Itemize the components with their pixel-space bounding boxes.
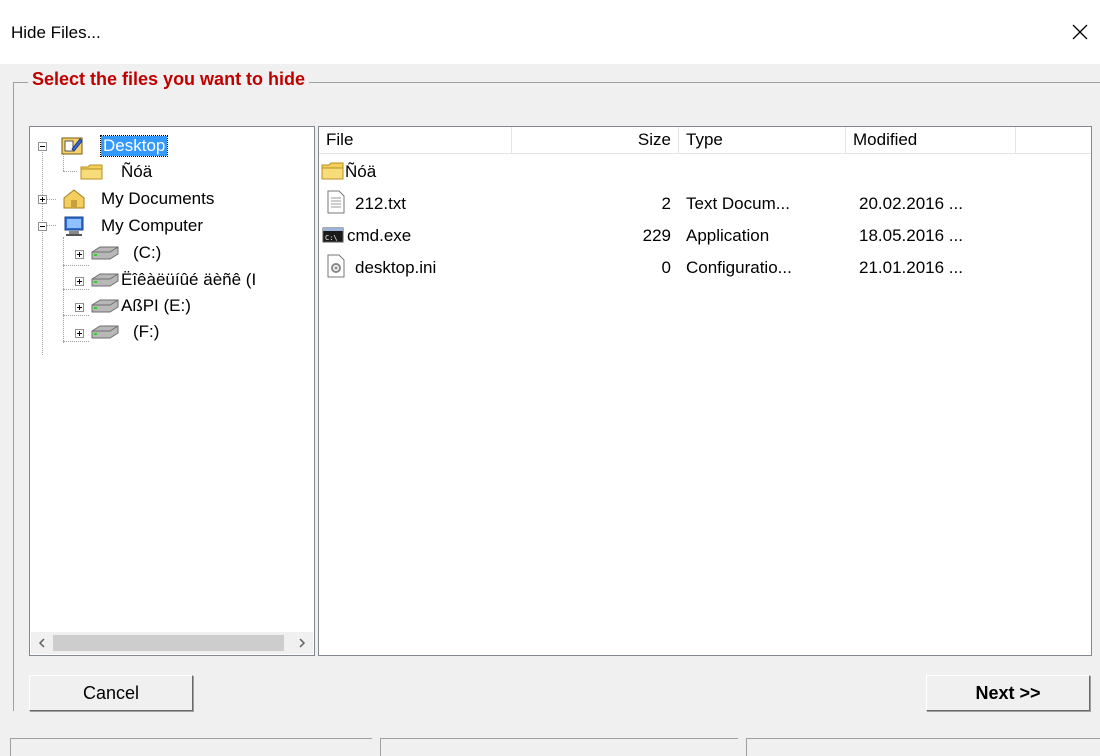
- drive-icon: [91, 273, 119, 287]
- column-header-size[interactable]: Size: [512, 127, 679, 154]
- file-name: cmd.exe: [347, 226, 412, 245]
- console-app-icon: C:\: [322, 227, 344, 243]
- file-type: Text Docum...: [686, 194, 790, 213]
- collapse-toggle[interactable]: [38, 222, 47, 231]
- list-header: File Size Type Modified: [319, 127, 1091, 154]
- folder-icon: [321, 162, 344, 180]
- svg-text:C:\: C:\: [325, 234, 338, 242]
- next-button[interactable]: Next >>: [926, 675, 1090, 711]
- tree-item-drive-local[interactable]: Ëîêàëüíûé äèñê (I: [30, 267, 314, 293]
- tree-item-label: AßPI (E:): [121, 296, 191, 315]
- tree-item-label: Ñóä: [121, 162, 153, 181]
- expand-toggle[interactable]: [38, 195, 47, 204]
- list-item[interactable]: desktop.ini 0 Configuratio... 21.01.2016…: [319, 253, 1091, 283]
- chevron-left-icon: [38, 638, 45, 648]
- file-type: Application: [686, 226, 770, 245]
- computer-icon: [64, 216, 84, 236]
- status-panel-2: [380, 738, 738, 756]
- tree-item-folder[interactable]: Ñóä: [30, 159, 314, 185]
- text-file-icon: [327, 190, 345, 214]
- file-list[interactable]: File Size Type Modified Ñóä 212.txt 2 Te…: [318, 126, 1092, 656]
- file-name: 212.txt: [355, 194, 407, 213]
- close-icon: [1072, 24, 1088, 40]
- column-header-type[interactable]: Type: [679, 127, 846, 154]
- title-bar: Hide Files...: [0, 0, 1100, 64]
- status-panel-1: [10, 738, 372, 756]
- tree-item-drive-e[interactable]: AßPI (E:): [30, 293, 314, 319]
- cancel-button[interactable]: Cancel: [29, 675, 193, 711]
- expand-toggle[interactable]: [75, 303, 84, 312]
- tree-item-label: My Documents: [101, 189, 215, 208]
- expand-toggle[interactable]: [75, 250, 84, 259]
- tree-item-label: Desktop: [99, 135, 169, 157]
- file-type: Configuratio...: [686, 258, 792, 277]
- status-bar: [0, 736, 1100, 756]
- scroll-thumb[interactable]: [53, 635, 284, 651]
- expand-toggle[interactable]: [75, 329, 84, 338]
- expand-toggle[interactable]: [75, 277, 84, 286]
- tree-item-desktop[interactable]: Desktop: [30, 133, 314, 159]
- drive-icon: [91, 299, 119, 313]
- desktop-icon: [61, 137, 83, 155]
- column-header-file[interactable]: File: [319, 127, 512, 154]
- column-header-modified[interactable]: Modified: [846, 127, 1016, 154]
- file-modified: 18.05.2016 ...: [859, 226, 963, 245]
- tree-item-label: (C:): [133, 243, 162, 262]
- collapse-toggle[interactable]: [38, 142, 47, 151]
- file-size: 0: [661, 258, 671, 277]
- file-name: desktop.ini: [355, 258, 437, 277]
- settings-file-icon: [327, 254, 345, 278]
- list-item[interactable]: 212.txt 2 Text Docum... 20.02.2016 ...: [319, 189, 1091, 219]
- scroll-left-button[interactable]: [31, 632, 53, 654]
- chevron-right-icon: [299, 638, 306, 648]
- file-name: Ñóä: [345, 162, 377, 181]
- list-item[interactable]: Ñóä: [319, 157, 1091, 187]
- file-size: 229: [642, 226, 671, 245]
- tree-item-label: (F:): [133, 322, 160, 341]
- drive-icon: [91, 246, 119, 260]
- file-modified: 20.02.2016 ...: [859, 194, 963, 213]
- file-modified: 21.01.2016 ...: [859, 258, 963, 277]
- group-legend: Select the files you want to hide: [28, 69, 310, 90]
- my-documents-icon: [63, 189, 85, 209]
- folder-tree[interactable]: Desktop Ñóä My Documents My Computer (C:…: [29, 126, 315, 656]
- tree-item-label: My Computer: [101, 216, 204, 235]
- window-title: Hide Files...: [11, 23, 101, 42]
- column-header-filler: [1016, 127, 1091, 154]
- tree-item-drive-c[interactable]: (C:): [30, 240, 314, 266]
- tree-item-my-computer[interactable]: My Computer: [30, 213, 314, 239]
- status-panel-3: [746, 738, 1100, 756]
- folder-icon: [80, 164, 103, 180]
- tree-item-drive-f[interactable]: (F:): [30, 319, 314, 345]
- file-size: 2: [661, 194, 671, 213]
- tree-horizontal-scrollbar[interactable]: [31, 632, 313, 654]
- tree-item-label: Ëîêàëüíûé äèñê (I: [121, 270, 257, 289]
- tree-item-my-documents[interactable]: My Documents: [30, 186, 314, 212]
- list-item[interactable]: C:\ cmd.exe 229 Application 18.05.2016 .…: [319, 221, 1091, 251]
- scroll-right-button[interactable]: [291, 632, 313, 654]
- close-button[interactable]: [1060, 10, 1100, 54]
- drive-icon: [91, 325, 119, 339]
